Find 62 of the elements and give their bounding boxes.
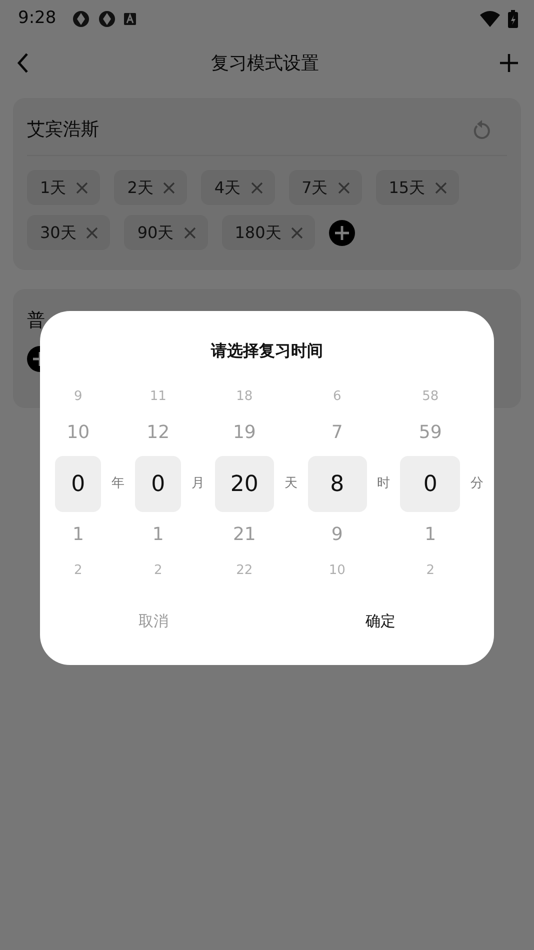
- selected-value[interactable]: 0: [400, 456, 460, 512]
- aperture-icon: [98, 10, 116, 28]
- picker-value[interactable]: 22: [236, 555, 253, 587]
- selected-value[interactable]: 0: [55, 456, 102, 512]
- aperture-icon: [72, 10, 90, 28]
- close-icon[interactable]: [291, 226, 304, 238]
- picker-value[interactable]: 12: [146, 413, 170, 453]
- picker-value[interactable]: 18: [236, 381, 253, 413]
- picker-value[interactable]: 59: [418, 413, 442, 453]
- picker-value[interactable]: 58: [422, 381, 439, 413]
- close-icon[interactable]: [338, 182, 350, 194]
- card-title: 普: [27, 309, 45, 333]
- picker-value[interactable]: 10: [66, 413, 90, 453]
- chip-label: 90天: [137, 222, 174, 244]
- letter-a-icon: [124, 13, 136, 25]
- selected-value[interactable]: 8: [308, 456, 367, 512]
- battery-icon: [508, 10, 518, 28]
- chip-label: 15天: [388, 176, 426, 198]
- page-title: 复习模式设置: [211, 52, 319, 76]
- confirm-button[interactable]: 确定: [267, 609, 494, 634]
- close-icon[interactable]: [184, 226, 196, 238]
- add-icon[interactable]: [500, 54, 518, 72]
- close-icon[interactable]: [76, 182, 88, 194]
- status-time: 9:28: [18, 7, 56, 30]
- chip-label: 7天: [302, 176, 328, 198]
- picker-value[interactable]: 10: [328, 555, 346, 587]
- wifi-icon: [480, 11, 500, 27]
- selected-value[interactable]: 20: [214, 456, 274, 512]
- unit-label: 分: [470, 475, 485, 494]
- cancel-button[interactable]: 取消: [40, 609, 267, 634]
- picker-value[interactable]: 9: [74, 381, 82, 413]
- picker-value[interactable]: 1: [424, 515, 436, 555]
- picker-value[interactable]: 2: [426, 555, 434, 587]
- add-icon[interactable]: [329, 220, 356, 246]
- chip-label: 4天: [214, 176, 241, 198]
- unit-label: 年: [110, 475, 126, 494]
- chip-label: 1天: [40, 176, 66, 198]
- picker-value[interactable]: 9: [331, 515, 343, 555]
- card-title: 艾宾浩斯: [27, 118, 99, 142]
- unit-label: 天: [283, 475, 298, 494]
- close-icon[interactable]: [250, 182, 263, 194]
- close-icon[interactable]: [435, 182, 448, 194]
- unit-label: 时: [376, 475, 391, 494]
- picker-value[interactable]: 19: [232, 413, 256, 453]
- picker-value[interactable]: 6: [333, 381, 342, 413]
- chip-label: 180天: [234, 222, 282, 244]
- picker-value[interactable]: 2: [74, 555, 82, 587]
- picker-value[interactable]: 7: [331, 413, 343, 453]
- chip-label: 30天: [40, 222, 76, 244]
- close-icon[interactable]: [163, 182, 176, 194]
- picker-value[interactable]: 1: [152, 515, 164, 555]
- chip-label: 2天: [127, 176, 154, 198]
- dialog-title: 请选择复习时间: [210, 340, 324, 362]
- picker-value[interactable]: 1: [72, 515, 84, 555]
- close-icon[interactable]: [86, 226, 98, 238]
- picker-value[interactable]: 2: [154, 555, 162, 587]
- selected-value[interactable]: 0: [134, 456, 182, 512]
- reset-icon[interactable]: [473, 120, 491, 140]
- picker-value[interactable]: 21: [232, 515, 256, 555]
- unit-label: 月: [190, 475, 206, 494]
- back-icon[interactable]: [16, 52, 30, 74]
- picker-value[interactable]: 11: [150, 381, 166, 413]
